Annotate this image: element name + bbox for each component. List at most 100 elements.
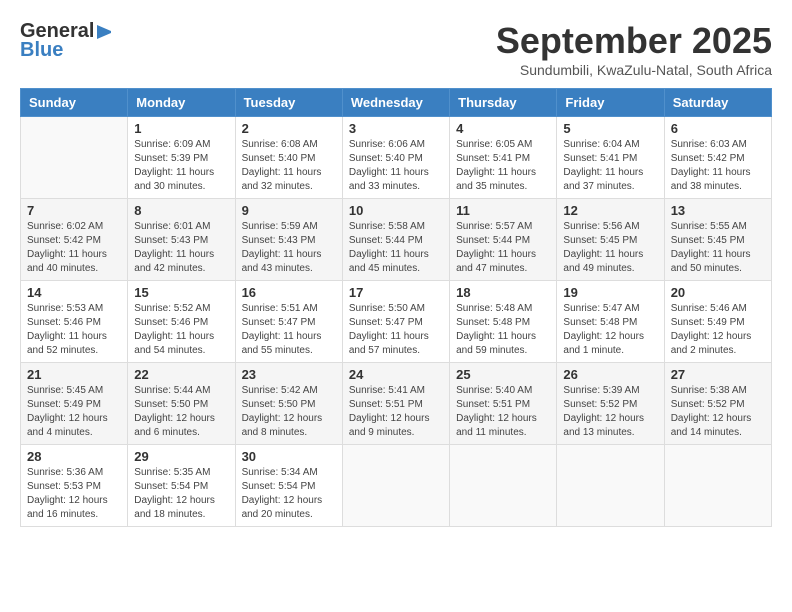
- calendar-cell: 2 Sunrise: 6:08 AMSunset: 5:40 PMDaylight…: [235, 117, 342, 199]
- day-number: 5: [563, 121, 657, 136]
- week-row-5: 28 Sunrise: 5:36 AMSunset: 5:53 PMDayligh…: [21, 445, 772, 527]
- calendar-cell: 4 Sunrise: 6:05 AMSunset: 5:41 PMDaylight…: [450, 117, 557, 199]
- calendar-cell: 20 Sunrise: 5:46 AMSunset: 5:49 PMDayligh…: [664, 281, 771, 363]
- day-info: Sunrise: 5:47 AMSunset: 5:48 PMDaylight:…: [563, 302, 657, 358]
- weekday-header-wednesday: Wednesday: [342, 89, 449, 117]
- day-info: Sunrise: 5:53 AMSunset: 5:46 PMDaylight:…: [27, 302, 121, 358]
- day-number: 17: [349, 285, 443, 300]
- day-number: 7: [27, 203, 121, 218]
- calendar-cell: 30 Sunrise: 5:34 AMSunset: 5:54 PMDayligh…: [235, 445, 342, 527]
- page-header: General Blue September 2025 Sundumbili, …: [20, 20, 772, 78]
- day-number: 12: [563, 203, 657, 218]
- day-info: Sunrise: 5:41 AMSunset: 5:51 PMDaylight:…: [349, 384, 443, 440]
- calendar-cell: 13 Sunrise: 5:55 AMSunset: 5:45 PMDayligh…: [664, 199, 771, 281]
- calendar-cell: 22Sunrise: 5:44 AMSunset: 5:50 PMDayligh…: [128, 363, 235, 445]
- day-number: 29: [134, 449, 228, 464]
- day-info: Sunrise: 5:40 AMSunset: 5:51 PMDaylight:…: [456, 384, 550, 440]
- day-info: Sunrise: 5:59 AMSunset: 5:43 PMDaylight:…: [242, 220, 336, 276]
- day-number: 8: [134, 203, 228, 218]
- calendar-cell: 18Sunrise: 5:48 AMSunset: 5:48 PMDayligh…: [450, 281, 557, 363]
- day-info: Sunrise: 5:36 AMSunset: 5:53 PMDaylight:…: [27, 466, 121, 522]
- day-info: Sunrise: 5:45 AMSunset: 5:49 PMDaylight:…: [27, 384, 121, 440]
- day-info: Sunrise: 5:52 AMSunset: 5:46 PMDaylight:…: [134, 302, 228, 358]
- day-info: Sunrise: 6:05 AMSunset: 5:41 PMDaylight:…: [456, 138, 550, 194]
- logo-blue: Blue: [20, 39, 63, 62]
- day-number: 4: [456, 121, 550, 136]
- calendar-cell: 3 Sunrise: 6:06 AMSunset: 5:40 PMDaylight…: [342, 117, 449, 199]
- day-number: 19: [563, 285, 657, 300]
- day-info: Sunrise: 5:58 AMSunset: 5:44 PMDaylight:…: [349, 220, 443, 276]
- day-info: Sunrise: 5:55 AMSunset: 5:45 PMDaylight:…: [671, 220, 765, 276]
- weekday-header-tuesday: Tuesday: [235, 89, 342, 117]
- calendar-cell: 24 Sunrise: 5:41 AMSunset: 5:51 PMDayligh…: [342, 363, 449, 445]
- calendar-cell: 14 Sunrise: 5:53 AMSunset: 5:46 PMDayligh…: [21, 281, 128, 363]
- day-number: 10: [349, 203, 443, 218]
- weekday-header-row: SundayMondayTuesdayWednesdayThursdayFrid…: [21, 89, 772, 117]
- location: Sundumbili, KwaZulu-Natal, South Africa: [496, 62, 772, 78]
- day-number: 28: [27, 449, 121, 464]
- calendar-cell: 26 Sunrise: 5:39 AMSunset: 5:52 PMDayligh…: [557, 363, 664, 445]
- calendar-cell: [664, 445, 771, 527]
- day-number: 27: [671, 367, 765, 382]
- calendar-cell: 12Sunrise: 5:56 AMSunset: 5:45 PMDayligh…: [557, 199, 664, 281]
- calendar-cell: 25 Sunrise: 5:40 AMSunset: 5:51 PMDayligh…: [450, 363, 557, 445]
- day-info: Sunrise: 5:42 AMSunset: 5:50 PMDaylight:…: [242, 384, 336, 440]
- calendar-table: SundayMondayTuesdayWednesdayThursdayFrid…: [20, 88, 772, 527]
- day-number: 30: [242, 449, 336, 464]
- day-number: 14: [27, 285, 121, 300]
- calendar-cell: 5 Sunrise: 6:04 AMSunset: 5:41 PMDaylight…: [557, 117, 664, 199]
- calendar-cell: 27 Sunrise: 5:38 AMSunset: 5:52 PMDayligh…: [664, 363, 771, 445]
- calendar-cell: 29 Sunrise: 5:35 AMSunset: 5:54 PMDayligh…: [128, 445, 235, 527]
- calendar-cell: 17 Sunrise: 5:50 AMSunset: 5:47 PMDayligh…: [342, 281, 449, 363]
- day-number: 13: [671, 203, 765, 218]
- day-number: 20: [671, 285, 765, 300]
- weekday-header-saturday: Saturday: [664, 89, 771, 117]
- day-number: 21: [27, 367, 121, 382]
- day-info: Sunrise: 5:34 AMSunset: 5:54 PMDaylight:…: [242, 466, 336, 522]
- day-number: 25: [456, 367, 550, 382]
- day-info: Sunrise: 6:08 AMSunset: 5:40 PMDaylight:…: [242, 138, 336, 194]
- calendar-cell: 8 Sunrise: 6:01 AMSunset: 5:43 PMDaylight…: [128, 199, 235, 281]
- day-info: Sunrise: 5:48 AMSunset: 5:48 PMDaylight:…: [456, 302, 550, 358]
- day-info: Sunrise: 6:06 AMSunset: 5:40 PMDaylight:…: [349, 138, 443, 194]
- logo-icon: [95, 23, 113, 41]
- day-info: Sunrise: 6:03 AMSunset: 5:42 PMDaylight:…: [671, 138, 765, 194]
- day-info: Sunrise: 5:39 AMSunset: 5:52 PMDaylight:…: [563, 384, 657, 440]
- day-number: 2: [242, 121, 336, 136]
- day-info: Sunrise: 5:51 AMSunset: 5:47 PMDaylight:…: [242, 302, 336, 358]
- title-section: September 2025 Sundumbili, KwaZulu-Natal…: [496, 20, 772, 78]
- day-number: 15: [134, 285, 228, 300]
- day-number: 26: [563, 367, 657, 382]
- calendar-cell: 23Sunrise: 5:42 AMSunset: 5:50 PMDayligh…: [235, 363, 342, 445]
- calendar-cell: 11Sunrise: 5:57 AMSunset: 5:44 PMDayligh…: [450, 199, 557, 281]
- week-row-3: 14 Sunrise: 5:53 AMSunset: 5:46 PMDayligh…: [21, 281, 772, 363]
- month-title: September 2025: [496, 20, 772, 62]
- weekday-header-friday: Friday: [557, 89, 664, 117]
- day-number: 24: [349, 367, 443, 382]
- calendar-cell: 10 Sunrise: 5:58 AMSunset: 5:44 PMDayligh…: [342, 199, 449, 281]
- day-info: Sunrise: 5:46 AMSunset: 5:49 PMDaylight:…: [671, 302, 765, 358]
- calendar-cell: 7 Sunrise: 6:02 AMSunset: 5:42 PMDaylight…: [21, 199, 128, 281]
- calendar-cell: 9 Sunrise: 5:59 AMSunset: 5:43 PMDaylight…: [235, 199, 342, 281]
- day-info: Sunrise: 6:01 AMSunset: 5:43 PMDaylight:…: [134, 220, 228, 276]
- day-number: 16: [242, 285, 336, 300]
- day-number: 3: [349, 121, 443, 136]
- day-info: Sunrise: 6:04 AMSunset: 5:41 PMDaylight:…: [563, 138, 657, 194]
- logo: General Blue: [20, 20, 114, 62]
- calendar-cell: 6 Sunrise: 6:03 AMSunset: 5:42 PMDaylight…: [664, 117, 771, 199]
- calendar-cell: [450, 445, 557, 527]
- day-info: Sunrise: 6:09 AMSunset: 5:39 PMDaylight:…: [134, 138, 228, 194]
- day-info: Sunrise: 5:38 AMSunset: 5:52 PMDaylight:…: [671, 384, 765, 440]
- day-number: 22: [134, 367, 228, 382]
- calendar-cell: 15 Sunrise: 5:52 AMSunset: 5:46 PMDayligh…: [128, 281, 235, 363]
- calendar-cell: 21 Sunrise: 5:45 AMSunset: 5:49 PMDayligh…: [21, 363, 128, 445]
- day-info: Sunrise: 5:50 AMSunset: 5:47 PMDaylight:…: [349, 302, 443, 358]
- day-info: Sunrise: 5:35 AMSunset: 5:54 PMDaylight:…: [134, 466, 228, 522]
- calendar-cell: 1Sunrise: 6:09 AMSunset: 5:39 PMDaylight…: [128, 117, 235, 199]
- calendar-cell: [21, 117, 128, 199]
- day-number: 6: [671, 121, 765, 136]
- calendar-cell: 28 Sunrise: 5:36 AMSunset: 5:53 PMDayligh…: [21, 445, 128, 527]
- day-info: Sunrise: 6:02 AMSunset: 5:42 PMDaylight:…: [27, 220, 121, 276]
- week-row-2: 7 Sunrise: 6:02 AMSunset: 5:42 PMDaylight…: [21, 199, 772, 281]
- day-number: 9: [242, 203, 336, 218]
